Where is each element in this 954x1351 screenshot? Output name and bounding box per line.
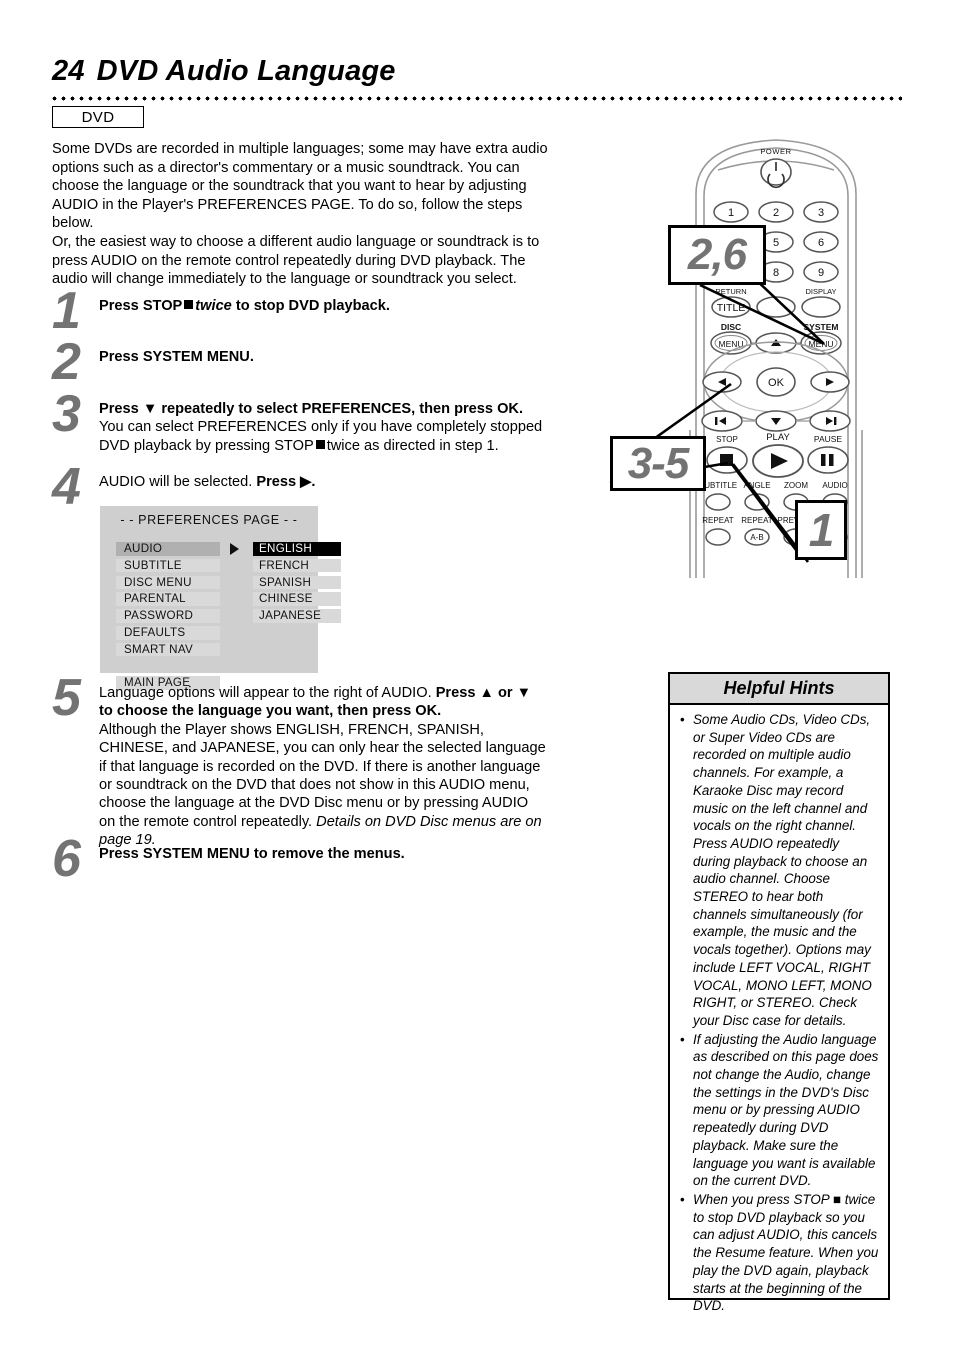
step-1-twice: twice	[195, 298, 232, 314]
step-2: 2 Press SYSTEM MENU.	[52, 336, 547, 388]
osd-option-spanish[interactable]: SPANISH	[253, 575, 341, 590]
osd-item-defaults[interactable]: DEFAULTS	[116, 625, 220, 640]
osd-preferences-page: - - PREFERENCES PAGE - - AUDIO SUBTITLE …	[100, 506, 341, 690]
step-1: 1 Press STOP twice to stop DVD playback.	[52, 285, 547, 337]
step-number: 3	[52, 385, 81, 443]
page-title-text: DVD Audio Language	[96, 55, 396, 87]
disc-label: DISC	[721, 322, 741, 332]
step-number: 4	[52, 458, 81, 516]
repeat-label: REPEAT	[702, 516, 734, 525]
osd-left-column: AUDIO SUBTITLE DISC MENU PARENTAL PASSWO…	[116, 542, 224, 693]
svg-text:2: 2	[773, 207, 779, 219]
osd-option-french[interactable]: FRENCH	[253, 558, 341, 573]
step-2-lead: Press SYSTEM MENU.	[99, 349, 254, 365]
helpful-hints-title: Helpful Hints	[670, 674, 888, 705]
step-4-lead: AUDIO will be selected.	[99, 474, 253, 490]
display-label: DISPLAY	[805, 287, 836, 296]
helpful-hints-box: Helpful Hints Some Audio CDs, Video CDs,…	[668, 672, 890, 1313]
manual-page: 24 DVD Audio Language DVD Some DVDs are r…	[0, 0, 954, 1351]
step-body: Press STOP twice to stop DVD playback.	[99, 297, 547, 315]
svg-text:1: 1	[728, 207, 734, 219]
dotted-divider	[50, 96, 902, 101]
osd-option-japanese[interactable]: JAPANESE	[253, 609, 341, 623]
svg-text:5: 5	[773, 237, 779, 249]
remote-control-illustration: POWER 1 2 3 4 5 6 7 8 9 RETURN DISPLAY	[600, 130, 954, 580]
callout-steps-3-5: 3-5	[610, 436, 706, 491]
step-5: 5 Language options will appear to the ri…	[52, 672, 547, 850]
svg-text:OK: OK	[768, 377, 785, 389]
step-body: Press SYSTEM MENU.	[99, 348, 547, 366]
disc-type-badge: DVD	[52, 106, 144, 128]
osd-title: - - PREFERENCES PAGE - -	[120, 513, 298, 527]
step-3-detail-b: twice as directed in step 1.	[326, 437, 499, 454]
osd-item-smart-nav[interactable]: SMART NAV	[116, 642, 220, 657]
step-number: 6	[52, 830, 81, 888]
play-label: PLAY	[766, 432, 790, 443]
hint-item: When you press STOP ■ twice to stop DVD …	[679, 1191, 879, 1315]
step-3: 3 Press ▼ repeatedly to select PREFERENC…	[52, 388, 547, 455]
helpful-hints-list: Some Audio CDs, Video CDs, or Super Vide…	[670, 705, 888, 1315]
osd-item-disc-menu[interactable]: DISC MENU	[116, 575, 220, 590]
step-body: AUDIO will be selected. Press ▶.	[99, 473, 547, 491]
svg-text:A-B: A-B	[750, 533, 763, 542]
osd-item-subtitle[interactable]: SUBTITLE	[116, 558, 220, 573]
osd-right-column: ENGLISH FRENCH SPANISH CHINESE JAPANESE	[253, 542, 348, 626]
stop-label: STOP	[716, 435, 738, 444]
disc-type-label: DVD	[81, 108, 115, 126]
step-body: Press ▼ repeatedly to select PREFERENCES…	[99, 400, 547, 455]
osd-option-chinese[interactable]: CHINESE	[253, 592, 341, 606]
intro-text: Some DVDs are recorded in multiple langu…	[52, 140, 552, 289]
intro-paragraph-1: Some DVDs are recorded in multiple langu…	[52, 141, 548, 232]
osd-item-parental[interactable]: PARENTAL	[116, 592, 220, 606]
page-title: 24 DVD Audio Language	[52, 55, 752, 88]
step-number: 5	[52, 669, 81, 727]
pause-label: PAUSE	[814, 434, 843, 444]
stop-square-icon	[315, 439, 325, 449]
step-number: 2	[52, 333, 81, 391]
hint-item: If adjusting the Audio language as descr…	[679, 1031, 879, 1190]
remote-control-drawing: POWER 1 2 3 4 5 6 7 8 9 RETURN DISPLAY	[609, 139, 863, 578]
step-1-tail: to stop DVD playback.	[235, 298, 390, 314]
repeat-ab-label: REPEAT	[741, 516, 773, 525]
intro-paragraph-2: Or, the easiest way to choose a differen…	[52, 233, 540, 288]
step-6-lead: Press SYSTEM MENU to remove the menus.	[99, 846, 405, 862]
power-label: POWER	[760, 147, 791, 156]
step-5-lead: Language options will appear to the righ…	[99, 685, 432, 701]
step-4: 4 AUDIO will be selected. Press ▶.	[52, 461, 547, 513]
zoom-label: ZOOM	[784, 481, 808, 490]
svg-text:8: 8	[773, 267, 779, 279]
step-1-lead: Press STOP	[99, 298, 183, 314]
step-number: 1	[52, 282, 81, 340]
step-4-tail: Press ▶.	[256, 474, 316, 490]
osd-item-password[interactable]: PASSWORD	[116, 609, 220, 623]
svg-text:9: 9	[818, 267, 824, 279]
svg-text:6: 6	[818, 237, 824, 249]
hint-item: Some Audio CDs, Video CDs, or Super Vide…	[679, 711, 879, 1030]
svg-text:3: 3	[818, 207, 824, 219]
osd-selection-arrow-icon	[230, 543, 239, 555]
osd-spacer	[116, 659, 220, 673]
step-6: 6 Press SYSTEM MENU to remove the menus.	[52, 833, 547, 885]
callout-step-1: 1	[795, 500, 847, 560]
step-3-lead: Press ▼ repeatedly to select PREFERENCES…	[99, 401, 524, 417]
step-body: Language options will appear to the righ…	[99, 684, 547, 850]
callout-steps-2-6: 2,6	[668, 225, 766, 285]
osd-option-english[interactable]: ENGLISH	[253, 542, 341, 556]
osd-item-audio[interactable]: AUDIO	[116, 542, 220, 556]
step-body: Press SYSTEM MENU to remove the menus.	[99, 845, 547, 863]
stop-square-icon	[184, 300, 194, 309]
page-number: 24	[52, 55, 85, 87]
audio-label: AUDIO	[822, 481, 847, 490]
